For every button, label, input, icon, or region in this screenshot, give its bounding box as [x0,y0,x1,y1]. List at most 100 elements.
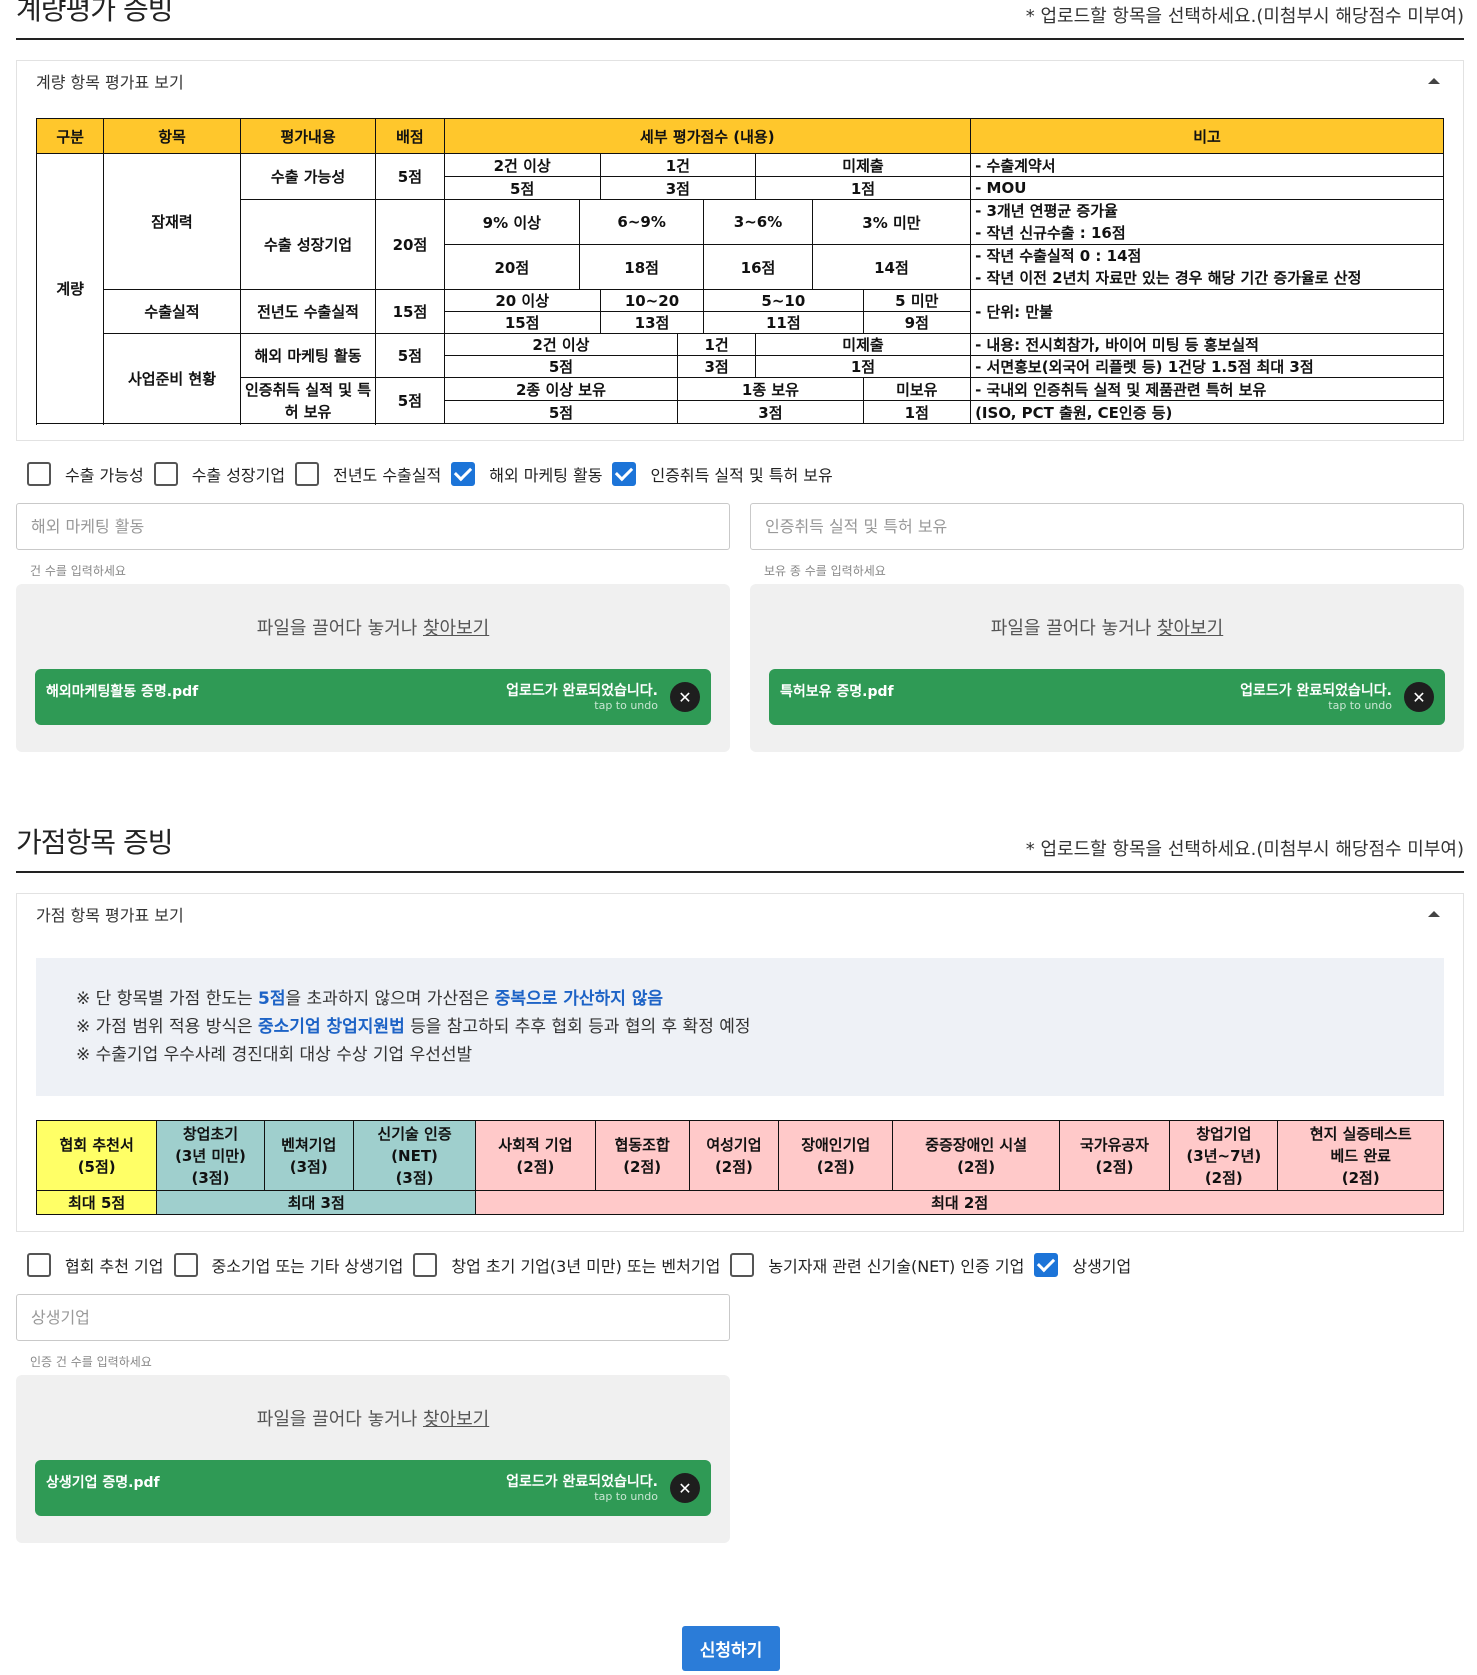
bonus-eval-table: 협회 추천서 (5점) 창업초기 (3년 미만) (3점) 벤쳐기업 (3점) 신기술 … [35,1120,1444,1215]
criteria-cell: 9% 이상 [443,199,581,245]
browse-link[interactable]: 찾아보기 [1157,618,1223,639]
cell-line: 신기술 인증 [377,1124,452,1143]
max-cell: 최대 5점 [35,1190,158,1215]
checkbox[interactable] [153,462,178,486]
checkbox-checked[interactable] [451,462,476,486]
criteria-cell: 5~10 [703,289,864,312]
bonus-cell: 창업초기 (3년 미만) (3점) [156,1120,265,1191]
score-cell: 3점 [599,176,756,200]
category-cell: 사업준비 현황 [103,333,241,424]
file-dropzone[interactable]: 파일을 끌어다 놓거나 찾아보기 해외마케팅활동 증명.pdf 업로드가 완료되… [16,584,730,752]
checkbox-startup-venture[interactable]: 창업 초기 기업(3년 미만) 또는 벤처기업 [413,1253,720,1277]
cell-line: 사회적 기업 [498,1135,573,1154]
quant-upload-columns: 건 수를 입력하세요 파일을 끌어다 놓거나 찾아보기 해외마케팅활동 증명.p… [16,503,1464,752]
checkbox[interactable] [27,462,51,486]
checkbox-export-growth[interactable]: 수출 성장기업 [153,462,285,486]
cell-line: (5점) [77,1157,116,1176]
bonus-cell: 신기술 인증 (NET) (3점) [352,1120,477,1191]
score-cell: 11점 [703,311,864,334]
chevron-up-icon[interactable] [1428,911,1440,917]
checkbox-label: 협회 추천 기업 [65,1257,164,1276]
score-cell: 18점 [579,244,705,290]
quant-note: * 업로드할 항목을 선택하세요.(미첨부시 해당점수 미부여) [1025,6,1464,27]
checkbox[interactable] [27,1253,51,1277]
max-cell: 최대 3점 [156,1190,477,1215]
score-cell: 20점 [443,244,581,290]
criteria-cell: 3% 미만 [811,199,972,245]
quant-panel-title: 계량 항목 평가표 보기 [36,73,184,92]
points-cell: 5점 [375,377,445,424]
score-cell: 3점 [677,400,864,424]
checkbox-association-recommend[interactable]: 협회 추천 기업 [27,1253,164,1277]
score-cell: 14점 [811,244,972,290]
checkbox[interactable] [413,1253,438,1277]
note-cell: - 3개년 연평균 증가율 - 작년 신규수출 : 16점 [970,199,1444,245]
checkbox-checked[interactable] [612,462,637,486]
patent-count-input[interactable] [750,503,1464,550]
win-win-count-input[interactable] [16,1294,730,1341]
bonus-panel-toggle[interactable]: 가점 항목 평가표 보기 [36,894,1444,934]
criteria-cell: 미제출 [754,153,972,177]
browse-link[interactable]: 찾아보기 [423,1409,489,1430]
criteria-cell: 2종 이상 보유 [443,377,679,401]
quant-header: 계량평가 증빙 * 업로드할 항목을 선택하세요.(미첨부시 해당점수 미부여) [16,0,1464,40]
criteria-cell: 미보유 [862,377,972,401]
criteria-cell: 미제출 [754,333,972,356]
bonus-section: 가점항목 증빙 * 업로드할 항목을 선택하세요.(미첨부시 해당점수 미부여)… [16,826,1464,1543]
cell-line: 협동조합 [614,1135,670,1154]
quant-section: 계량평가 증빙 * 업로드할 항목을 선택하세요.(미첨부시 해당점수 미부여)… [16,0,1464,752]
note-cell: - 국내외 인증취득 실적 및 제품관련 특허 보유 [970,377,1444,401]
cell-line: 벤쳐기업 [281,1135,337,1154]
note-cell: (ISO, PCT 출원, CE인증 등) [970,400,1444,424]
file-dropzone[interactable]: 파일을 끌어다 놓거나 찾아보기 상생기업 증명.pdf 업로드가 완료되었습니… [16,1375,730,1543]
cell-line: (3년~7년) [1186,1146,1262,1165]
undo-hint[interactable]: tap to undo [594,1490,658,1503]
criteria-cell: 1건 [599,153,756,177]
cell-line: (2점) [623,1157,662,1176]
marketing-count-input[interactable] [16,503,730,550]
quant-panel-toggle[interactable]: 계량 항목 평가표 보기 [36,61,1444,101]
bonus-cell: 국가유공자 (2점) [1058,1120,1171,1191]
submit-button[interactable]: 신청하기 [682,1626,780,1671]
criteria-cell: 6~9% [579,199,705,245]
input-help-text: 인증 건 수를 입력하세요 [30,1355,152,1369]
note-line: - 작년 신규수출 : 16점 [975,224,1126,242]
checkbox-certification-patent[interactable]: 인증취득 실적 및 특허 보유 [612,462,833,486]
browse-link[interactable]: 찾아보기 [423,618,489,639]
upload-status: 업로드가 완료되었습니다. [506,683,658,699]
score-cell: 1점 [754,176,972,200]
checkbox[interactable] [295,462,320,486]
table-row: 수출 성장기업 20점 9% 이상 6~9% 3~6% 3% 미만 - 3개년 … [37,199,1444,290]
checkbox-net-certification[interactable]: 농기자재 관련 신기술(NET) 인증 기업 [730,1253,1024,1277]
note-line: - 작년 수출실적 0 : 14점 [975,247,1142,265]
checkbox-export-possibility[interactable]: 수출 가능성 [27,462,144,486]
th-note: 비고 [970,118,1444,154]
checkbox-win-win-company[interactable]: 상생기업 [1034,1253,1131,1277]
undo-hint[interactable]: tap to undo [1328,699,1392,712]
checkbox-prev-year-export[interactable]: 전년도 수출실적 [295,462,441,486]
notice-text: 등을 참고하되 추후 협회 등과 협의 후 확정 예정 [404,1017,751,1037]
cell-line: (2점) [957,1157,996,1176]
th-detail: 세부 평가점수 (내용) [443,118,972,154]
score-cell: 1점 [754,355,972,378]
chevron-up-icon[interactable] [1428,78,1440,84]
table-row: 인증취득 실적 및 특허 보유 5점 2종 이상 보유 1종 보유 미보유 - … [37,377,1444,424]
uploaded-file-item: 특허보유 증명.pdf 업로드가 완료되었습니다. tap to undo ✕ [769,669,1445,725]
checkbox-overseas-marketing[interactable]: 해외 마케팅 활동 [451,462,602,486]
close-icon[interactable]: ✕ [670,682,700,712]
close-icon[interactable]: ✕ [670,1473,700,1503]
criteria-cell: 3~6% [703,199,813,245]
notice-highlight: 5점 [258,989,286,1009]
close-icon[interactable]: ✕ [1404,682,1434,712]
file-dropzone[interactable]: 파일을 끌어다 놓거나 찾아보기 특허보유 증명.pdf 업로드가 완료되었습니… [750,584,1464,752]
checkbox-checked[interactable] [1034,1253,1059,1277]
undo-hint[interactable]: tap to undo [594,699,658,712]
checkbox[interactable] [173,1253,198,1277]
checkbox-label: 상생기업 [1072,1257,1132,1276]
score-cell: 3점 [677,355,756,378]
checkbox-sme-cooperation[interactable]: 중소기업 또는 기타 상생기업 [173,1253,403,1277]
notice-line: ※ 단 항목별 가점 한도는 5점을 초과하지 않으며 가산점은 중복으로 가산… [76,985,1404,1013]
checkbox[interactable] [730,1253,755,1277]
notice-line: ※ 수출기업 우수사례 경진대회 대상 수상 기업 우선선발 [76,1045,473,1065]
bonus-cell: 사회적 기업 (2점) [475,1120,596,1191]
